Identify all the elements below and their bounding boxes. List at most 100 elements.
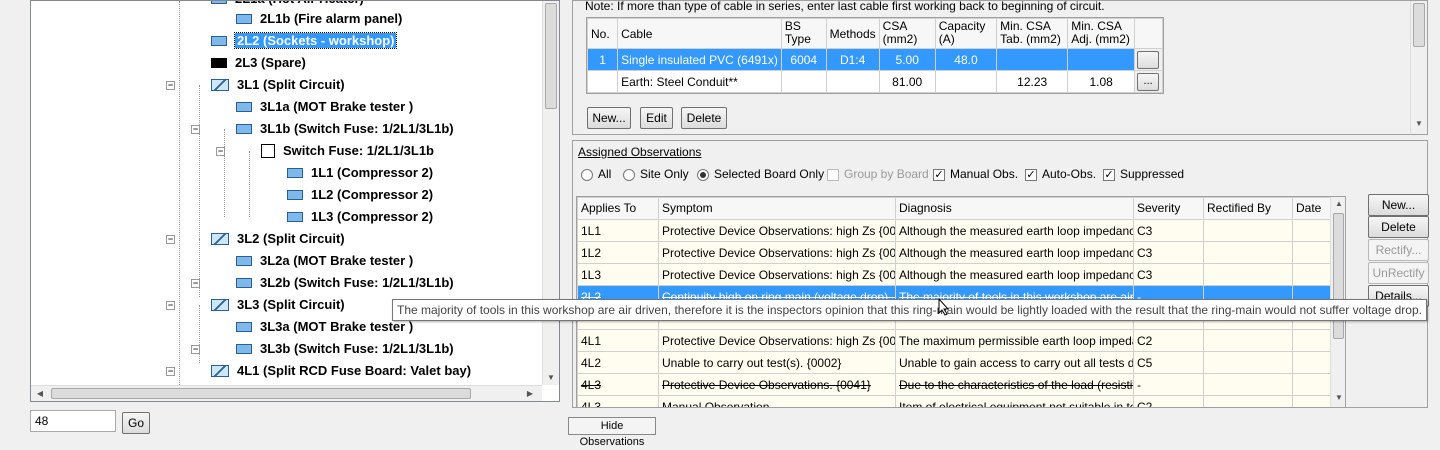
scroll-right-arrow-icon[interactable]: ▶: [523, 389, 537, 398]
observation-row[interactable]: 4L2 Unable to carry out test(s). {0002} Un…: [577, 351, 1345, 374]
observation-unrectify-button[interactable]: UnRectify: [1368, 262, 1429, 284]
observation-severity: C2: [1133, 395, 1204, 407]
cable-edit-button[interactable]: [1137, 50, 1160, 69]
col-diagnosis[interactable]: Diagnosis: [895, 197, 1134, 220]
goto-input[interactable]: [30, 410, 116, 432]
tree-item[interactable]: 1L1 (Compressor 2): [287, 163, 433, 183]
option-suppressed[interactable]: ✓ Suppressed: [1103, 166, 1184, 182]
checkbox-suppressed[interactable]: ✓: [1103, 168, 1115, 181]
cable-row-action[interactable]: ...: [1134, 70, 1163, 93]
col-rectified-by[interactable]: Rectified By: [1203, 197, 1293, 220]
observation-row[interactable]: 4L3 Manual Observation Item of electrical …: [577, 395, 1345, 407]
mouse-cursor-icon: [938, 298, 950, 316]
option-auto-obs[interactable]: ✓ Auto-Obs.: [1025, 166, 1096, 182]
collapse-toggle-icon[interactable]: −: [191, 125, 200, 134]
cable-edit-button[interactable]: Edit: [640, 107, 673, 129]
observation-row[interactable]: 1L1 Protective Device Observations: high …: [577, 219, 1345, 242]
circuit-tree[interactable]: 2L1a (Hot Air Heater) 2L1b (Fire alarm pa…: [30, 0, 560, 402]
tree-horizontal-scrollbar[interactable]: ◀ ▶: [31, 385, 542, 401]
option-manual-obs[interactable]: ✓ Manual Obs.: [933, 166, 1018, 182]
filter-selected-board-only[interactable]: Selected Board Only: [697, 166, 824, 182]
tree-item[interactable]: − 3L1 (Split Circuit): [166, 75, 345, 95]
observation-diagnosis: Although the measured earth loop impedan…: [895, 263, 1134, 286]
cable-grid[interactable]: No. Cable BS Type Methods CSA (mm2) Capa…: [586, 17, 1164, 94]
collapse-toggle-icon[interactable]: −: [166, 367, 175, 376]
tree-item[interactable]: − 4L1 (Split RCD Fuse Board: Valet bay): [166, 361, 471, 381]
checkbox-group-by-board[interactable]: [827, 168, 839, 181]
cable-no: 1: [586, 48, 619, 71]
tree-item[interactable]: − 3L2 (Split Circuit): [166, 229, 345, 249]
scroll-down-arrow-icon[interactable]: ▼: [544, 373, 558, 382]
tree-item[interactable]: 1L2 (Compressor 2): [287, 185, 433, 205]
diagnosis-tooltip: The majority of tools in this workshop a…: [392, 299, 1427, 321]
col-applies-to[interactable]: Applies To: [577, 197, 659, 220]
board-icon: [211, 35, 227, 46]
cable-row[interactable]: Earth: Steel Conduit** 81.00 12.23 1.08 …: [586, 70, 1163, 93]
tree-item[interactable]: − 3L2b (Switch Fuse: 1/2L1/3L1b): [191, 273, 454, 293]
radio-selected-board-only[interactable]: [697, 168, 709, 181]
collapse-toggle-icon[interactable]: −: [166, 235, 175, 244]
observation-row[interactable]: 4L3 Protective Device Observations. {0041…: [577, 373, 1345, 396]
cable-row-action[interactable]: [1134, 48, 1163, 71]
checkbox-manual-obs[interactable]: ✓: [933, 168, 945, 181]
collapse-toggle-icon[interactable]: −: [216, 147, 225, 156]
col-symptom[interactable]: Symptom: [658, 197, 896, 220]
tree-item[interactable]: 2L3 (Spare): [211, 53, 306, 73]
tree-item[interactable]: 3L3a (MOT Brake tester ): [236, 317, 413, 337]
cable-delete-button[interactable]: Delete: [681, 107, 727, 129]
observation-delete-button[interactable]: Delete: [1368, 216, 1429, 238]
observation-rectified: [1203, 395, 1293, 407]
cable-new-button[interactable]: New...: [587, 107, 631, 129]
observation-applies: 1L2: [577, 241, 659, 264]
observation-applies: 4L2: [577, 351, 659, 374]
tree-item[interactable]: 2L1b (Fire alarm panel): [236, 9, 402, 29]
tree-vertical-scrollbar[interactable]: ▼: [542, 1, 559, 385]
collapse-toggle-icon[interactable]: −: [166, 301, 175, 310]
tree-item-label: 1L1 (Compressor 2): [311, 165, 434, 180]
observation-rectified: [1203, 351, 1293, 374]
scroll-up-arrow-icon[interactable]: ▲: [1332, 199, 1345, 208]
radio-site-only[interactable]: [623, 168, 635, 181]
cable-row[interactable]: 1 Single insulated PVC (6491x) 6004 D1:4…: [586, 48, 1163, 71]
hide-observations-button[interactable]: Hide Observations: [568, 417, 656, 448]
collapse-toggle-icon[interactable]: −: [191, 345, 200, 354]
scroll-down-arrow-icon[interactable]: ▼: [1332, 393, 1345, 402]
tree-item[interactable]: 3L2a (MOT Brake tester ): [236, 251, 413, 271]
tree-item[interactable]: 2L1a (Hot Air Heater): [211, 1, 364, 9]
observation-rectify-button[interactable]: Rectify...: [1368, 239, 1429, 261]
tree-item[interactable]: − Switch Fuse: 1/2L1/3L1b: [216, 141, 434, 161]
scroll-left-arrow-icon[interactable]: ◀: [33, 389, 47, 398]
tree-vscroll-thumb[interactable]: [545, 3, 557, 109]
col-severity[interactable]: Severity: [1133, 197, 1204, 220]
tree-item[interactable]: 1L3 (Compressor 2): [287, 207, 433, 227]
filter-site-only[interactable]: Site Only: [623, 166, 689, 182]
tree-item[interactable]: 2L2 (Sockets - workshop): [211, 31, 398, 51]
observation-severity: -: [1133, 373, 1204, 396]
auto-obs-label: Auto-Obs.: [1042, 167, 1097, 181]
tree-item-label: 3L2a (MOT Brake tester ): [260, 253, 414, 268]
observation-row[interactable]: 1L3 Protective Device Observations: high …: [577, 263, 1345, 286]
observation-row[interactable]: 1L2 Protective Device Observations: high …: [577, 241, 1345, 264]
scroll-down-arrow-icon[interactable]: ▼: [1412, 119, 1426, 128]
cable-section-scrollbar[interactable]: ▼: [1410, 1, 1427, 134]
tree-hscroll-thumb[interactable]: [51, 388, 471, 399]
observation-row[interactable]: 4L1 Protective Device Observations: high …: [577, 329, 1345, 352]
tree-item[interactable]: − 3L3 (Split Circuit): [166, 295, 345, 315]
cable-vscroll-thumb[interactable]: [1413, 3, 1425, 47]
cable-edit-button[interactable]: ...: [1137, 72, 1160, 91]
go-button[interactable]: Go: [122, 412, 150, 434]
observation-rectified: [1203, 329, 1293, 352]
tree-item[interactable]: − 3L1b (Switch Fuse: 1/2L1/3L1b): [191, 119, 454, 139]
option-group-by-board[interactable]: Group by Board: [827, 166, 929, 182]
observation-new-button[interactable]: New...: [1368, 194, 1429, 216]
observation-applies: 4L3: [577, 373, 659, 396]
radio-all[interactable]: [581, 168, 593, 181]
tree-item-label: 3L2 (Split Circuit): [237, 231, 345, 246]
checkbox-auto-obs[interactable]: ✓: [1025, 168, 1037, 181]
observation-applies: 1L1: [577, 219, 659, 242]
collapse-toggle-icon[interactable]: −: [166, 81, 175, 90]
tree-item[interactable]: 3L1a (MOT Brake tester ): [236, 97, 413, 117]
filter-all[interactable]: All: [581, 166, 611, 182]
collapse-toggle-icon[interactable]: −: [191, 279, 200, 288]
tree-item[interactable]: − 3L3b (Switch Fuse: 1/2L1/3L1b): [191, 339, 454, 359]
